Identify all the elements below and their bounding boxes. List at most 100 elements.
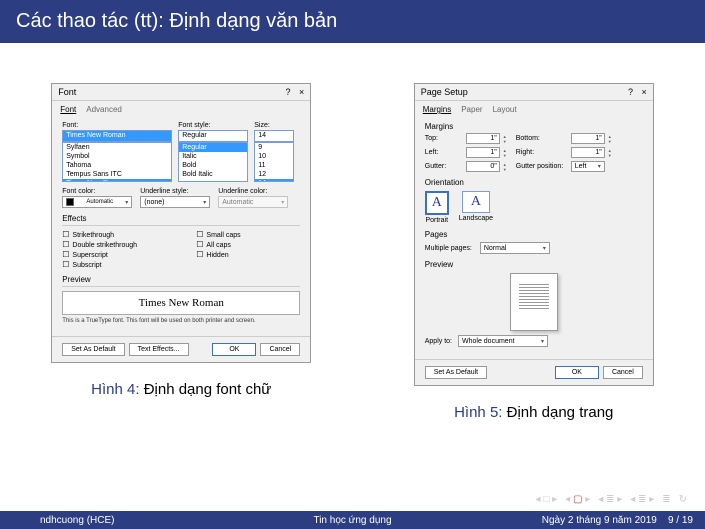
tab-font[interactable]: Font [60, 105, 76, 116]
footer-page: 9 / 19 [668, 515, 693, 526]
section-orientation: Orientation [425, 178, 643, 187]
tab-margins[interactable]: Margins [423, 105, 451, 116]
figure-page-setup: Page Setup ? × Margins Paper Layout Marg… [414, 83, 654, 421]
nav-reload-icon[interactable]: ↻ [679, 494, 687, 505]
applyto-value: Whole document [462, 338, 515, 345]
size-input[interactable]: 14 [254, 130, 294, 142]
list-item[interactable]: 10 [255, 152, 293, 161]
list-item[interactable]: 9 [255, 143, 293, 152]
chk-dstrike[interactable]: Double strikethrough [62, 240, 166, 249]
label-underline-style: Underline style: [140, 188, 210, 195]
underline-style-value: (none) [144, 199, 164, 206]
orientation-landscape[interactable]: A Landscape [459, 191, 493, 224]
list-item[interactable]: Italic [179, 152, 247, 161]
label-top: Top: [425, 135, 463, 142]
label-right: Right: [516, 149, 568, 156]
section-effects: Effects [62, 214, 300, 223]
list-item[interactable]: Tempus Sans ITC [63, 170, 171, 179]
list-item[interactable]: Sylfaen [63, 143, 171, 152]
close-icon[interactable]: × [641, 87, 646, 97]
list-item[interactable]: Tahoma [63, 161, 171, 170]
fig4-label: Hình 4: [91, 381, 139, 398]
list-item[interactable]: Bold Italic [179, 170, 247, 179]
chk-superscript[interactable]: Superscript [62, 250, 166, 259]
label-style: Font style: [178, 122, 248, 129]
spinner-icon[interactable]: ▲▼ [503, 162, 513, 172]
chk-subscript[interactable]: Subscript [62, 260, 166, 269]
chk-smallcaps[interactable]: Small caps [196, 230, 300, 239]
size-listbox[interactable]: 9 10 11 12 14 [254, 142, 294, 182]
help-icon[interactable]: ? [628, 87, 633, 97]
label-underline-color: Underline color: [218, 188, 288, 195]
list-item[interactable]: Regular [179, 143, 247, 152]
nav-prevsec-icon[interactable]: ◂ ≣ ▸ [598, 494, 622, 505]
underline-color-combo: Automatic [218, 196, 288, 208]
nav-equiv-icon[interactable]: ≣ [662, 494, 670, 505]
font-note: This is a TrueType font. This font will … [62, 318, 300, 324]
ok-button[interactable]: OK [212, 343, 256, 356]
effects-group: Strikethrough Small caps Double striketh… [62, 230, 300, 269]
list-item[interactable]: Times New Roman [63, 179, 171, 182]
applyto-combo[interactable]: Whole document [458, 335, 548, 347]
tab-layout[interactable]: Layout [493, 105, 517, 116]
set-default-button[interactable]: Set As Default [425, 366, 487, 379]
gutter-pos-value: Left [575, 163, 587, 170]
underline-style-combo[interactable]: (none) [140, 196, 210, 208]
section-preview: Preview [62, 275, 300, 284]
nav-first-icon[interactable]: ◂ □ ▸ [536, 494, 558, 505]
slide-title: Các thao tác (tt): Định dạng văn bản [0, 0, 705, 43]
set-default-button[interactable]: Set As Default [62, 343, 124, 356]
nav-prev-icon[interactable]: ◂ ▢ ▸ [565, 494, 590, 505]
style-input[interactable]: Regular [178, 130, 248, 142]
slide-content: Font ? × Font Advanced Font: Times New R… [0, 43, 705, 421]
spinner-icon[interactable]: ▲▼ [503, 148, 513, 158]
label-bottom: Bottom: [516, 135, 568, 142]
chk-strikethrough[interactable]: Strikethrough [62, 230, 166, 239]
spin-top[interactable]: 1" [466, 133, 500, 144]
tab-paper[interactable]: Paper [461, 105, 482, 116]
spinner-icon[interactable]: ▲▼ [503, 134, 513, 144]
font-color-combo[interactable]: Automatic [62, 196, 132, 208]
caption-fig5: Hình 5: Định dạng trang [454, 404, 613, 421]
font-dialog: Font ? × Font Advanced Font: Times New R… [51, 83, 311, 363]
label-font: Font: [62, 122, 172, 129]
multiple-pages-combo[interactable]: Normal [480, 242, 550, 254]
dialog-title-text: Page Setup [421, 87, 468, 97]
cancel-button[interactable]: Cancel [603, 366, 643, 379]
page-setup-dialog: Page Setup ? × Margins Paper Layout Marg… [414, 83, 654, 386]
preview-box: Times New Roman [62, 291, 300, 315]
footer-author: ndhcuong (HCE) [0, 515, 220, 526]
help-icon[interactable]: ? [285, 87, 290, 97]
gutter-pos-combo[interactable]: Left [571, 161, 605, 172]
list-item[interactable]: 14 [255, 179, 293, 182]
close-icon[interactable]: × [299, 87, 304, 97]
nav-nextsec-icon[interactable]: ◂ ≣ ▸ [630, 494, 654, 505]
chk-allcaps[interactable]: All caps [196, 240, 300, 249]
font-input[interactable]: Times New Roman [62, 130, 172, 142]
ok-button[interactable]: OK [555, 366, 599, 379]
font-listbox[interactable]: Sylfaen Symbol Tahoma Tempus Sans ITC Ti… [62, 142, 172, 182]
spinner-icon[interactable]: ▲▼ [608, 148, 618, 158]
list-item[interactable]: 12 [255, 170, 293, 179]
spinner-icon[interactable]: ▲▼ [608, 134, 618, 144]
page-preview [510, 273, 558, 331]
dialog-title-text: Font [58, 87, 76, 97]
spin-left[interactable]: 1" [466, 147, 500, 158]
orientation-portrait[interactable]: A Portrait [425, 191, 449, 224]
cancel-button[interactable]: Cancel [260, 343, 300, 356]
section-pages: Pages [425, 230, 643, 239]
chk-hidden[interactable]: Hidden [196, 250, 300, 259]
list-item[interactable]: Bold [179, 161, 247, 170]
style-listbox[interactable]: Regular Italic Bold Bold Italic [178, 142, 248, 182]
spin-bottom[interactable]: 1" [571, 133, 605, 144]
caption-fig4: Hình 4: Định dạng font chữ [91, 381, 271, 398]
figure-font-dialog: Font ? × Font Advanced Font: Times New R… [51, 83, 311, 421]
dialog-titlebar: Font ? × [52, 84, 310, 101]
list-item[interactable]: 11 [255, 161, 293, 170]
text-effects-button[interactable]: Text Effects... [129, 343, 189, 356]
list-item[interactable]: Symbol [63, 152, 171, 161]
tab-advanced[interactable]: Advanced [86, 105, 122, 116]
spin-gutter[interactable]: 0" [466, 161, 500, 172]
spin-right[interactable]: 1" [571, 147, 605, 158]
landscape-icon: A [462, 191, 490, 213]
